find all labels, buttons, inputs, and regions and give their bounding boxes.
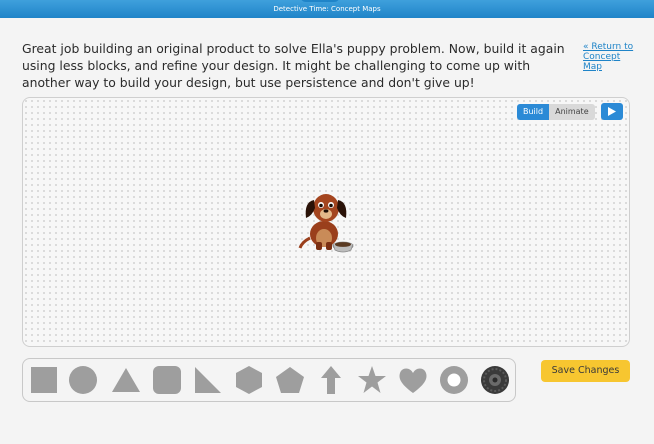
header-notch (300, 0, 340, 2)
arrow-up-block-icon[interactable] (316, 365, 346, 395)
mode-toggle: Build Animate (517, 104, 595, 120)
save-changes-button[interactable]: Save Changes (541, 360, 630, 382)
header-title: Detective Time: Concept Maps (273, 5, 381, 13)
right-triangle-block-icon[interactable] (193, 365, 223, 395)
top-header-bar: Detective Time: Concept Maps (0, 0, 654, 18)
circle-block-icon[interactable] (68, 365, 98, 395)
heart-block-icon[interactable] (398, 365, 428, 395)
instructions-text: Great job building an original product t… (22, 41, 565, 90)
pentagon-block-icon[interactable] (275, 365, 305, 395)
star-block-icon[interactable] (357, 365, 387, 395)
tire-block-icon[interactable] (480, 365, 510, 395)
square-block-icon[interactable] (29, 365, 59, 395)
animate-mode-button[interactable]: Animate (549, 104, 595, 120)
hexagon-block-icon[interactable] (234, 365, 264, 395)
play-icon (608, 107, 616, 116)
ring-block-icon[interactable] (439, 365, 469, 395)
return-to-concept-map-link[interactable]: « Return to Concept Map (583, 42, 635, 72)
play-button[interactable] (601, 103, 623, 120)
puppy-icon[interactable] (296, 188, 360, 254)
shape-block-tray (22, 358, 516, 402)
triangle-block-icon[interactable] (111, 365, 141, 395)
rounded-square-block-icon[interactable] (152, 365, 182, 395)
build-mode-button[interactable]: Build (517, 104, 550, 120)
